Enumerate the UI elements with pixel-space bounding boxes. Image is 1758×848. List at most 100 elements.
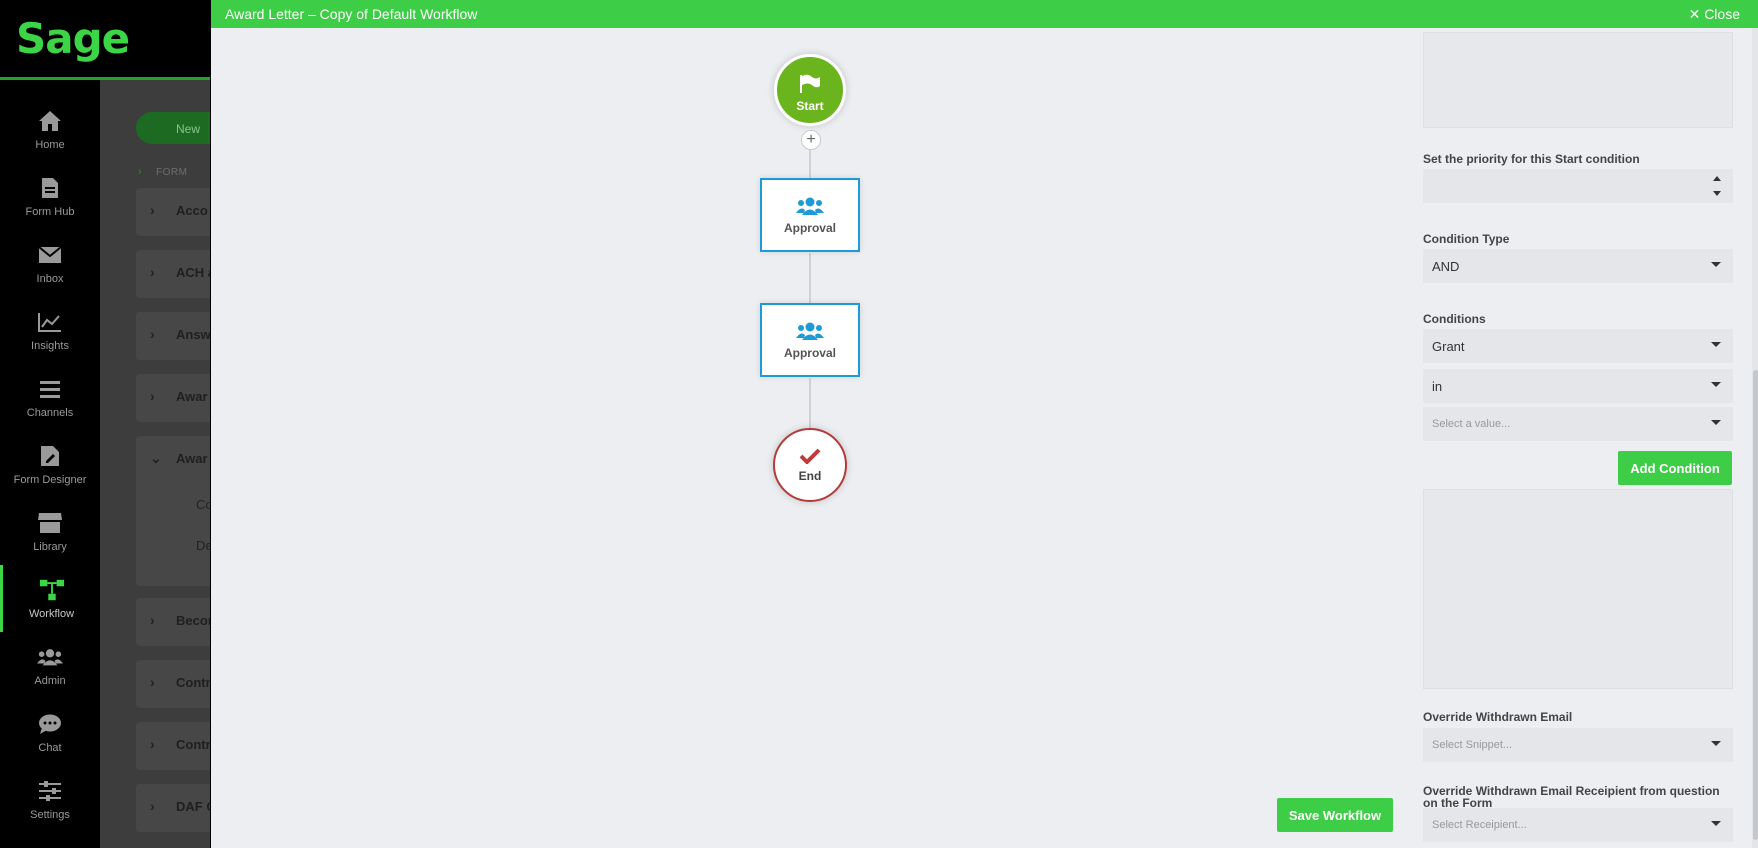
caret-down-icon	[1711, 420, 1721, 425]
nav-label: Admin	[34, 675, 66, 687]
condition-field-select[interactable]: Grant	[1423, 329, 1733, 363]
users-icon	[37, 644, 63, 670]
approval-node-2[interactable]: Approval	[760, 303, 860, 377]
nav-label: Settings	[30, 809, 70, 821]
condition-type-label: Condition Type	[1423, 232, 1510, 246]
priority-label: Set the priority for this Start conditio…	[1423, 152, 1640, 166]
approval-label: Approval	[783, 221, 836, 235]
condition-value-select[interactable]: Select a value...	[1423, 407, 1733, 441]
caret-down-icon	[1711, 342, 1721, 347]
nav-item-chat[interactable]: Chat	[0, 699, 100, 766]
nav-item-home[interactable]: Home	[0, 96, 100, 163]
nav-label: Form Hub	[25, 206, 75, 218]
override-recipient-label: Override Withdrawn Email Receipient from…	[1423, 784, 1720, 810]
save-workflow-button[interactable]: Save Workflow	[1277, 798, 1393, 832]
home-icon	[37, 108, 63, 134]
override-recipient-select[interactable]: Select Receipient...	[1423, 808, 1733, 842]
end-node[interactable]: End	[773, 428, 847, 502]
chevron-right-icon: ›	[150, 612, 155, 628]
breadcrumb: FORM	[156, 167, 188, 178]
nav-item-form-hub[interactable]: Form Hub	[0, 163, 100, 230]
workflow-modal: Award Letter – Copy of Default Workflow …	[211, 0, 1758, 848]
users-icon	[796, 197, 824, 215]
chevron-right-icon: ›	[150, 674, 155, 690]
priority-input[interactable]	[1423, 169, 1733, 203]
list-item: › Awar	[136, 374, 210, 422]
nav-item-form-designer[interactable]: Form Designer	[0, 431, 100, 498]
list-item: › Answ	[136, 312, 210, 360]
chevron-down-icon: ⌄	[150, 450, 162, 466]
condition-type-select[interactable]: AND	[1423, 249, 1733, 283]
breadcrumb-arrow-icon: ›	[138, 166, 142, 178]
nav-item-channels[interactable]: Channels	[0, 364, 100, 431]
users-icon	[796, 322, 824, 340]
caret-down-icon	[1711, 821, 1721, 826]
list-sub-item: De	[196, 538, 210, 553]
chevron-right-icon: ›	[150, 388, 155, 404]
nav-label: Inbox	[36, 273, 64, 285]
nav-item-settings[interactable]: Settings	[0, 766, 100, 833]
list-item: ›DAF C	[136, 784, 210, 832]
list-icon	[37, 376, 63, 402]
close-button[interactable]: ✕ Close	[1689, 6, 1740, 23]
nav-label: Channels	[26, 407, 74, 419]
conditions-list	[1423, 489, 1733, 689]
modal-header: Award Letter – Copy of Default Workflow …	[211, 0, 1758, 28]
chat-icon	[37, 711, 63, 737]
nav-label: Form Designer	[13, 474, 87, 486]
caret-down-icon	[1711, 382, 1721, 387]
workflow-canvas[interactable]: Start + Approval Approval End Save Workf…	[211, 28, 1549, 848]
nav-item-workflow[interactable]: Workflow	[0, 565, 100, 632]
scrollbar-thumb[interactable]	[1753, 370, 1758, 840]
modal-title: Award Letter – Copy of Default Workflow	[225, 6, 478, 22]
background-page: New › FORM ›Acco ›ACH a ›Answ ›Awar ⌄Awa…	[100, 80, 210, 848]
increment-icon[interactable]	[1713, 176, 1721, 181]
sage-logo[interactable]: Sage	[16, 14, 130, 63]
checkmark-icon	[799, 448, 821, 465]
chevron-right-icon: ›	[150, 264, 155, 280]
start-node[interactable]: Start	[774, 54, 846, 126]
nav-label: Workflow	[28, 608, 75, 620]
chevron-right-icon: ›	[150, 798, 155, 814]
decrement-icon[interactable]	[1713, 191, 1721, 196]
nav-item-admin[interactable]: Admin	[0, 632, 100, 699]
description-textarea[interactable]	[1423, 32, 1733, 128]
chart-icon	[37, 309, 63, 335]
condition-operator-select[interactable]: in	[1423, 369, 1733, 403]
approval-label: Approval	[783, 346, 836, 360]
list-item: ›Becon	[136, 598, 210, 646]
sidebar-nav: Home Form Hub Inbox Insights Channels Fo…	[0, 83, 100, 848]
new-button: New	[136, 112, 210, 144]
chevron-right-icon: ›	[150, 326, 155, 342]
list-item: › Contr	[136, 722, 210, 770]
nav-label: Chat	[38, 742, 62, 754]
chevron-right-icon: ›	[150, 202, 155, 218]
end-label: End	[798, 469, 822, 483]
nav-label: Home	[35, 139, 65, 151]
list-sub-item: Co	[196, 497, 210, 512]
caret-down-icon	[1711, 262, 1721, 267]
workflow-icon	[39, 577, 65, 603]
override-email-label: Override Withdrawn Email	[1423, 710, 1573, 724]
approval-node-1[interactable]: Approval	[760, 178, 860, 252]
connector-line	[809, 378, 811, 430]
nav-item-inbox[interactable]: Inbox	[0, 230, 100, 297]
nav-item-library[interactable]: Library	[0, 498, 100, 565]
start-label: Start	[796, 99, 824, 113]
add-condition-button[interactable]: Add Condition	[1618, 451, 1732, 485]
caret-down-icon	[1711, 741, 1721, 746]
sliders-icon	[37, 778, 63, 804]
store-icon	[37, 510, 63, 536]
list-item: ›ACH a	[136, 250, 210, 298]
chevron-right-icon: ›	[150, 736, 155, 752]
mail-icon	[37, 242, 63, 268]
nav-label: Library	[33, 541, 67, 553]
nav-item-insights[interactable]: Insights	[0, 297, 100, 364]
list-item: › Acco	[136, 188, 210, 236]
conditions-label: Conditions	[1423, 312, 1486, 326]
override-email-select[interactable]: Select Snippet...	[1423, 728, 1733, 762]
flag-icon	[800, 74, 820, 93]
add-step-button[interactable]: +	[801, 130, 821, 150]
edit-document-icon	[37, 443, 63, 469]
nav-label: Insights	[31, 340, 69, 352]
